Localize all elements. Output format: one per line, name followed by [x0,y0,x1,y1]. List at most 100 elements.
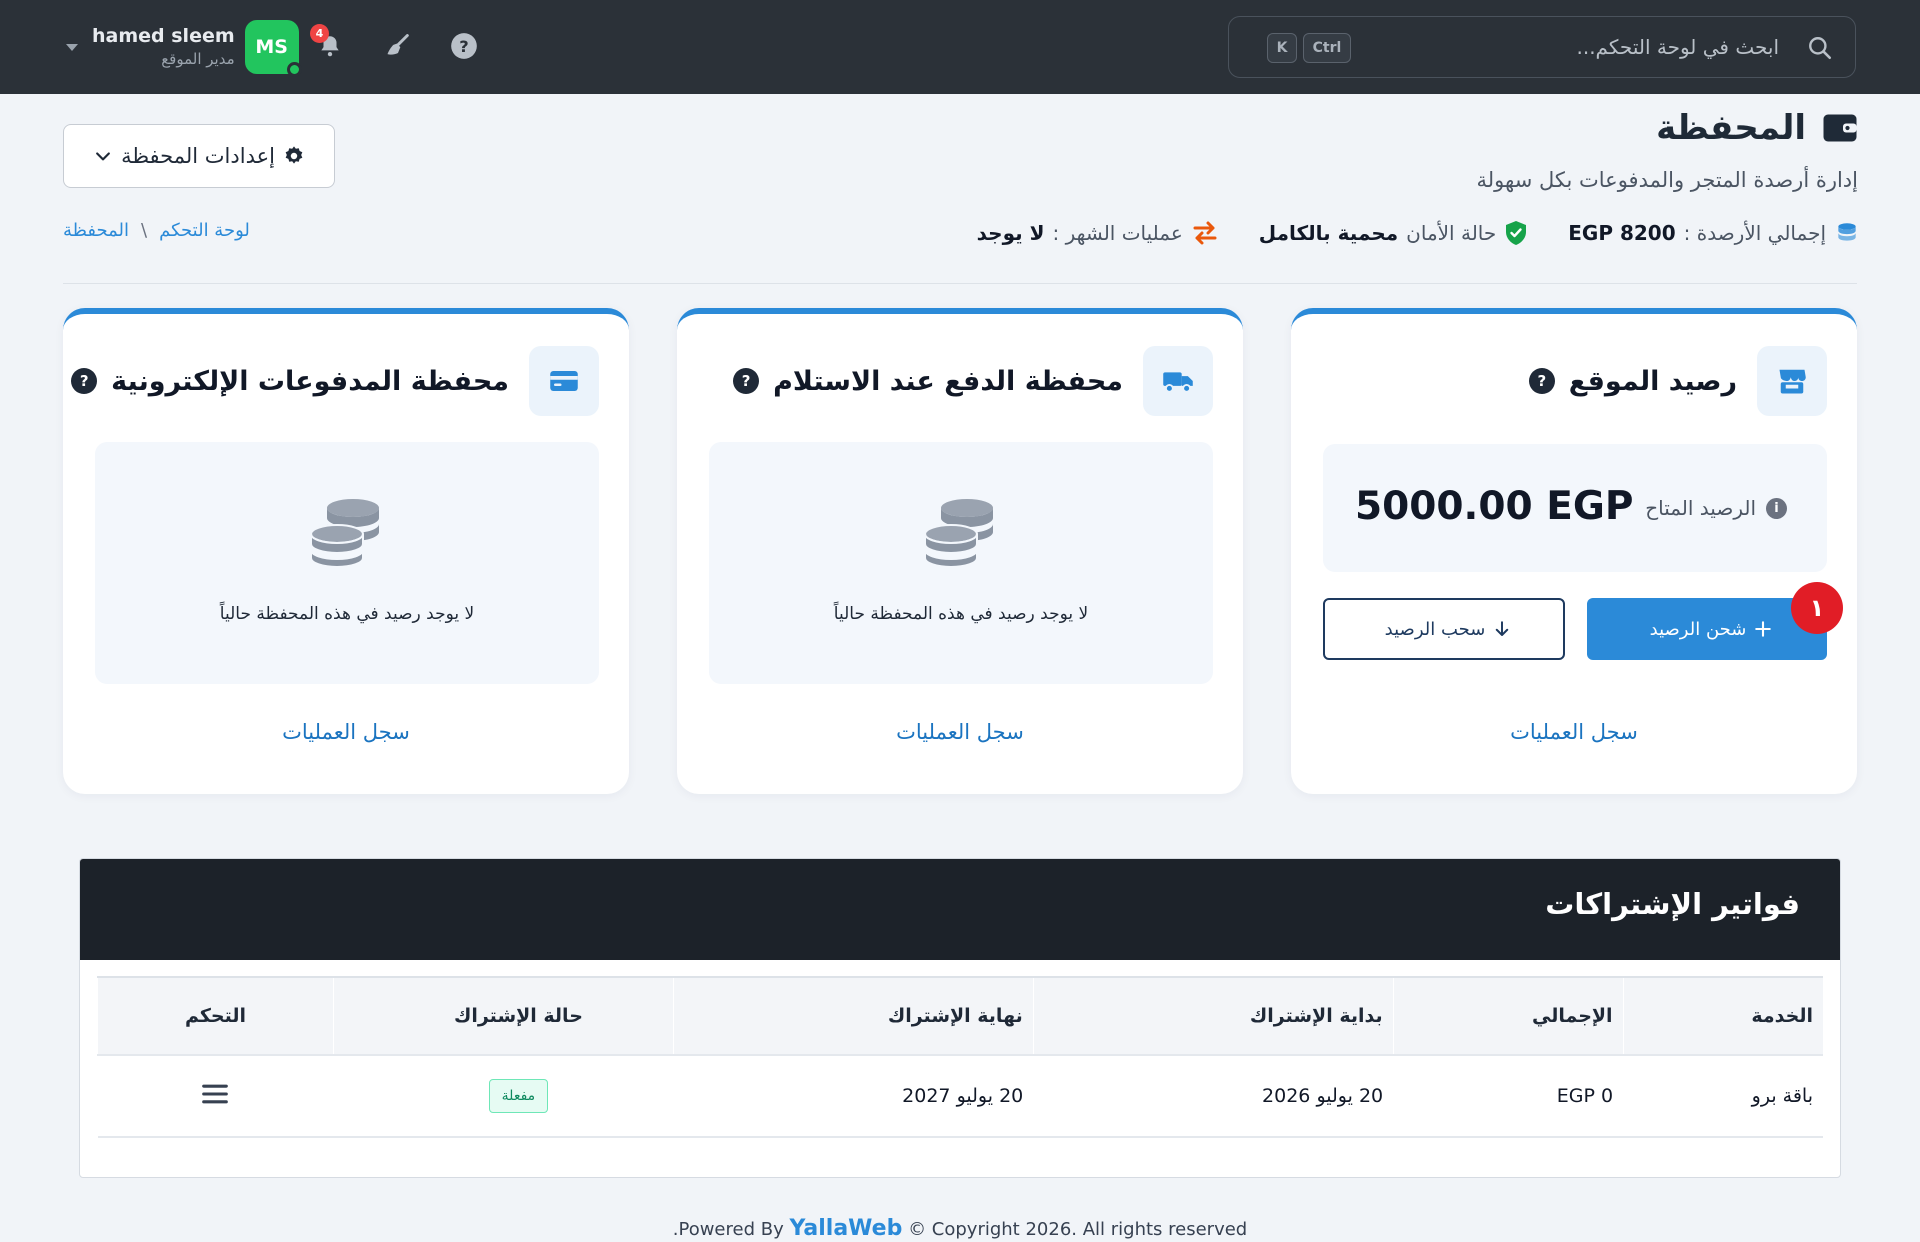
epay-empty-state: لا يوجد رصيد في هذه المحفظة حالياً [95,442,599,684]
clear-cache-button[interactable] [380,28,416,64]
column-header-status: حالة الإشتراك [332,976,674,1056]
footer: .Powered By YallaWeb © Copyright 2026. A… [0,1216,1920,1241]
stat-total-value: EGP 8200 [1568,221,1676,245]
arrow-down-icon [1496,621,1509,636]
stat-monthly-value: لا يوجد [976,221,1045,245]
epay-wallet-card: محفظة المدفوعات الإلكترونية ? لا يوجد رص… [63,308,629,794]
shortcut-key-k: K [1267,33,1297,63]
cod-wallet-help-icon[interactable]: ? [733,368,760,394]
credit-card-icon [550,371,578,391]
online-status-dot [286,62,302,77]
site-balance-help-icon[interactable]: ? [1528,368,1555,394]
withdraw-balance-button[interactable]: سحب الرصيد [1323,598,1565,660]
cell-end: 20 يوليو 2027 [673,1055,1034,1138]
truck-icon [1163,372,1193,393]
cell-service: باقة برو [1623,1055,1823,1138]
wallet-settings-label: إعدادات المحفظة [121,144,275,168]
avatar-initials: MS [255,36,288,58]
footer-brand-link[interactable]: YallaWeb [789,1216,902,1241]
stat-total-label: إجمالي الأرصدة : [1683,221,1826,245]
column-header-end: نهاية الإشتراك [672,976,1034,1056]
question-circle-icon: ? [451,33,477,59]
epay-empty-text: لا يوجد رصيد في هذه المحفظة حالياً [219,604,475,624]
table-row: باقة برو EGP 0 20 يوليو 2026 20 يوليو 20… [97,1055,1823,1138]
help-button[interactable]: ? [446,28,482,64]
cod-wallet-title: محفظة الدفع عند الاستلام [773,365,1123,397]
column-header-total: الإجمالي [1392,976,1624,1056]
available-balance-amount: 5000.00 EGP [1355,484,1634,529]
page-subtitle: إدارة أرصدة المتجر والمدفوعات بكل سهولة [1476,168,1858,192]
search-icon [1809,37,1832,60]
cod-wallet-card: محفظة الدفع عند الاستلام ? لا يوجد رصيد … [677,308,1243,794]
page-title-row: المحفظة [1656,108,1858,148]
coins-icon [310,499,379,569]
epay-wallet-title: محفظة المدفوعات الإلكترونية [111,365,509,397]
available-balance-box: i الرصيد المتاح 5000.00 EGP [1323,444,1827,572]
epay-wallet-help-icon[interactable]: ? [71,368,98,394]
coins-stack-icon [1838,223,1856,241]
svg-text:?: ? [459,37,468,56]
cod-empty-state: لا يوجد رصيد في هذه المحفظة حالياً [709,442,1213,684]
user-menu[interactable]: hamed sleem مدير الموقع MS [66,18,302,77]
broom-icon [387,34,409,55]
site-balance-title: رصيد الموقع [1568,365,1737,397]
avatar[interactable]: MS [244,20,302,77]
coins-icon [924,499,993,569]
search-placeholder: ابحث في لوحة التحكم... [1576,35,1779,59]
gear-icon [285,146,303,164]
withdraw-balance-label: سحب الرصيد [1384,618,1486,640]
chevron-down-icon[interactable] [66,43,78,51]
cell-total: EGP 0 [1393,1055,1624,1138]
column-header-start: بداية الإشتراك [1032,976,1394,1056]
stat-monthly-ops: عمليات الشهر : لا يوجد [977,220,1219,246]
site-operations-log-link[interactable]: سجل العمليات [1291,720,1857,744]
notifications-badge: 4 [310,24,329,43]
truck-icon-box [1143,346,1213,416]
cod-operations-log-link[interactable]: سجل العمليات [677,720,1243,744]
shortcut-key-ctrl: Ctrl [1303,33,1351,63]
subscription-invoices-panel: فواتير الإشتراكات الخدمة الإجمالي بداية … [79,858,1841,1178]
plus-icon [1755,621,1772,637]
breadcrumb-wallet[interactable]: المحفظة [63,220,129,241]
wallet-settings-button[interactable]: إعدادات المحفظة [63,124,335,188]
status-badge: مفعلة [488,1079,549,1113]
site-balance-card: رصيد الموقع ? i الرصيد المتاح 5000.00 EG… [1291,308,1857,794]
wallet-icon [1823,114,1857,142]
user-name: hamed sleem [92,25,235,47]
exchange-arrows-icon [1193,221,1217,245]
stat-security: حالة الأمان محمية بالكامل [1259,220,1528,246]
tour-step-badge: ١ [1791,582,1843,634]
hamburger-menu-icon[interactable] [201,1082,229,1106]
notifications-button[interactable]: 4 [310,24,348,64]
search-input[interactable]: K Ctrl ابحث في لوحة التحكم... [1228,16,1856,78]
stat-security-value: محمية بالكامل [1258,221,1399,245]
invoices-title: فواتير الإشتراكات [1545,887,1800,921]
footer-copyright: © Copyright 2026. All rights reserved [908,1219,1248,1240]
header-divider [63,283,1857,284]
table-header-row: الخدمة الإجمالي بداية الإشتراك نهاية الإ… [97,976,1823,1056]
stat-security-label: حالة الأمان [1406,221,1497,245]
info-icon: i [1766,497,1787,519]
page-title: المحفظة [1656,108,1806,148]
stat-monthly-label: عمليات الشهر : [1052,221,1183,245]
chevron-down-icon [96,152,110,161]
column-header-actions: التحكم [97,976,334,1056]
wallet-stats: إجمالي الأرصدة : EGP 8200 حالة الأمان مح… [937,220,1860,246]
shield-check-icon [1506,221,1527,245]
invoices-table: الخدمة الإجمالي بداية الإشتراك نهاية الإ… [97,976,1823,1138]
top-bar: hamed sleem مدير الموقع MS 4 ? K Ctrl اب… [0,0,1920,94]
epay-operations-log-link[interactable]: سجل العمليات [63,720,629,744]
available-balance-label: الرصيد المتاح [1645,496,1756,520]
cell-start: 20 يوليو 2026 [1033,1055,1394,1138]
column-header-service: الخدمة [1622,976,1823,1056]
breadcrumb: لوحة التحكم \ المحفظة [63,220,250,241]
credit-card-icon-box [529,346,599,416]
footer-powered-by: .Powered By [672,1219,784,1240]
user-role: مدير الموقع [161,50,235,68]
store-icon [1779,369,1806,394]
stat-total-balances: إجمالي الأرصدة : EGP 8200 [1568,220,1860,246]
breadcrumb-separator: \ [141,220,148,241]
store-icon-box [1757,346,1827,416]
breadcrumb-dashboard[interactable]: لوحة التحكم [159,220,250,241]
cod-empty-text: لا يوجد رصيد في هذه المحفظة حالياً [833,604,1089,624]
